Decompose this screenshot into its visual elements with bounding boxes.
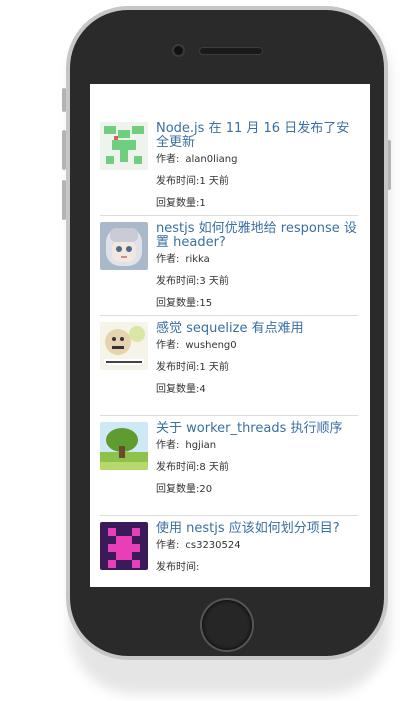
topic-time: 发布时间:1 天前	[156, 362, 229, 373]
topic-info: 关于 worker_threads 执行顺序 作者: hgjian 发布时间:8 …	[156, 422, 358, 509]
topic-replies: 回复数量:4	[156, 384, 206, 395]
topic-title-link[interactable]: 感觉 sequelize 有点难用	[156, 322, 358, 336]
earpiece-speaker	[200, 48, 262, 54]
topic-replies: 回复数量:1	[156, 198, 206, 209]
topic-time: 发布时间:1 天前	[156, 176, 229, 187]
topic-author: 作者: cs3230524	[156, 540, 241, 551]
phone-body: Node.js 在 11 月 16 日发布了安全更新 作者: alan0liang…	[70, 10, 384, 656]
topic-info: nestjs 如何优雅地给 response 设置 header? 作者: rik…	[156, 222, 358, 310]
topic-list: Node.js 在 11 月 16 日发布了安全更新 作者: alan0liang…	[100, 116, 358, 587]
topic-author: 作者: wusheng0	[156, 340, 237, 351]
topic-title-link[interactable]: nestjs 如何优雅地给 response 设置 header?	[156, 222, 358, 250]
topic-item[interactable]: Node.js 在 11 月 16 日发布了安全更新 作者: alan0liang…	[100, 116, 358, 216]
topic-replies: 回复数量:15	[156, 298, 213, 309]
topic-author: 作者: hgjian	[156, 440, 217, 451]
topic-time: 发布时间:	[156, 562, 200, 573]
home-button[interactable]	[202, 600, 252, 650]
topic-info: 感觉 sequelize 有点难用 作者: wusheng0 发布时间:1 天前 …	[156, 322, 358, 409]
topic-info: 使用 nestjs 应该如何划分项目? 作者: cs3230524 发布时间:	[156, 522, 358, 587]
topic-title-link[interactable]: 使用 nestjs 应该如何划分项目?	[156, 522, 358, 536]
topic-item[interactable]: 使用 nestjs 应该如何划分项目? 作者: cs3230524 发布时间:	[100, 516, 358, 587]
topic-info: Node.js 在 11 月 16 日发布了安全更新 作者: alan0liang…	[156, 122, 358, 210]
topic-time: 发布时间:8 天前	[156, 462, 229, 473]
topic-author: 作者: rikka	[156, 254, 210, 265]
topic-author: 作者: alan0liang	[156, 154, 238, 165]
phone-frame: Node.js 在 11 月 16 日发布了安全更新 作者: alan0liang…	[66, 6, 388, 660]
topic-item[interactable]: nestjs 如何优雅地给 response 设置 header? 作者: rik…	[100, 216, 358, 316]
topic-title-link[interactable]: Node.js 在 11 月 16 日发布了安全更新	[156, 122, 358, 150]
meme-face-avatar-icon[interactable]	[100, 322, 148, 370]
topic-item[interactable]: 感觉 sequelize 有点难用 作者: wusheng0 发布时间:1 天前 …	[100, 316, 358, 416]
purple-pixel-avatar-icon[interactable]	[100, 522, 148, 570]
green-pixel-avatar-icon[interactable]	[100, 122, 148, 170]
topic-time: 发布时间:3 天前	[156, 276, 229, 287]
topic-replies: 回复数量:20	[156, 484, 213, 495]
topic-title-link[interactable]: 关于 worker_threads 执行顺序	[156, 422, 358, 436]
topic-item[interactable]: 关于 worker_threads 执行顺序 作者: hgjian 发布时间:8 …	[100, 416, 358, 516]
front-camera	[174, 46, 183, 55]
phone-screen: Node.js 在 11 月 16 日发布了安全更新 作者: alan0liang…	[90, 84, 370, 587]
anime-girl-avatar-icon[interactable]	[100, 222, 148, 270]
landscape-tree-avatar-icon[interactable]	[100, 422, 148, 470]
